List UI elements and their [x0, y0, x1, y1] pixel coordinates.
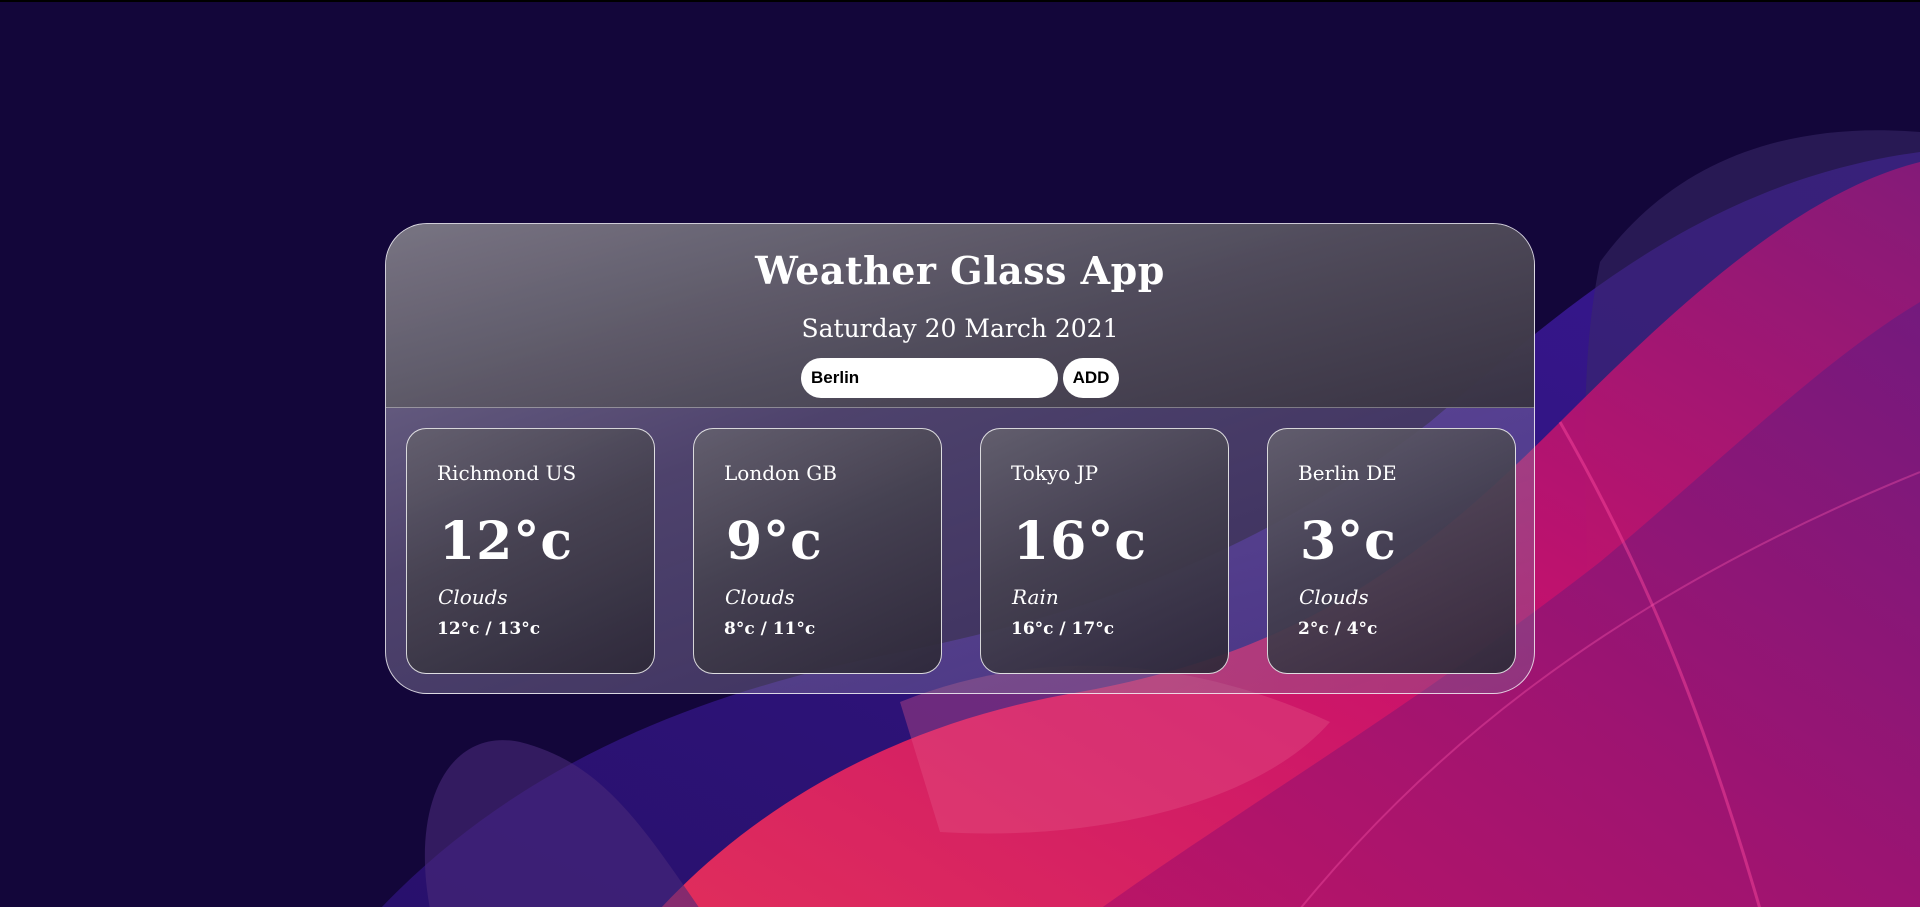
weather-card-list: Richmond US 12°c Clouds 12°c / 13°c Lond… [406, 428, 1516, 674]
card-temperature: 16°c [1013, 511, 1148, 572]
card-city-name: Tokyo JP [1011, 461, 1099, 485]
card-temperature: 3°c [1300, 511, 1397, 572]
current-date: Saturday 20 March 2021 [801, 314, 1119, 343]
card-city-name: Berlin DE [1298, 461, 1397, 485]
card-temp-range: 2°c / 4°c [1298, 619, 1378, 639]
panel-header: Weather Glass App Saturday 20 March 2021… [386, 224, 1534, 408]
card-temp-range: 8°c / 11°c [724, 619, 816, 639]
card-temp-range: 12°c / 13°c [437, 619, 541, 639]
card-condition: Clouds [438, 585, 508, 609]
weather-card: Berlin DE 3°c Clouds 2°c / 4°c [1267, 428, 1516, 674]
card-condition: Rain [1012, 585, 1059, 609]
weather-card: Richmond US 12°c Clouds 12°c / 13°c [406, 428, 655, 674]
card-condition: Clouds [1299, 585, 1369, 609]
card-city-name: Richmond US [437, 461, 577, 485]
card-temp-range: 16°c / 17°c [1011, 619, 1115, 639]
weather-card: Tokyo JP 16°c Rain 16°c / 17°c [980, 428, 1229, 674]
card-condition: Clouds [725, 585, 795, 609]
add-city-form: ADD [801, 358, 1119, 398]
app-title: Weather Glass App [755, 248, 1165, 293]
card-temperature: 12°c [439, 511, 574, 572]
add-city-button[interactable]: ADD [1063, 358, 1119, 398]
weather-card: London GB 9°c Clouds 8°c / 11°c [693, 428, 942, 674]
card-city-name: London GB [724, 461, 837, 485]
page-background: Weather Glass App Saturday 20 March 2021… [0, 0, 1920, 907]
card-temperature: 9°c [726, 511, 823, 572]
city-search-input[interactable] [801, 358, 1058, 398]
weather-glass-panel: Weather Glass App Saturday 20 March 2021… [385, 223, 1535, 694]
